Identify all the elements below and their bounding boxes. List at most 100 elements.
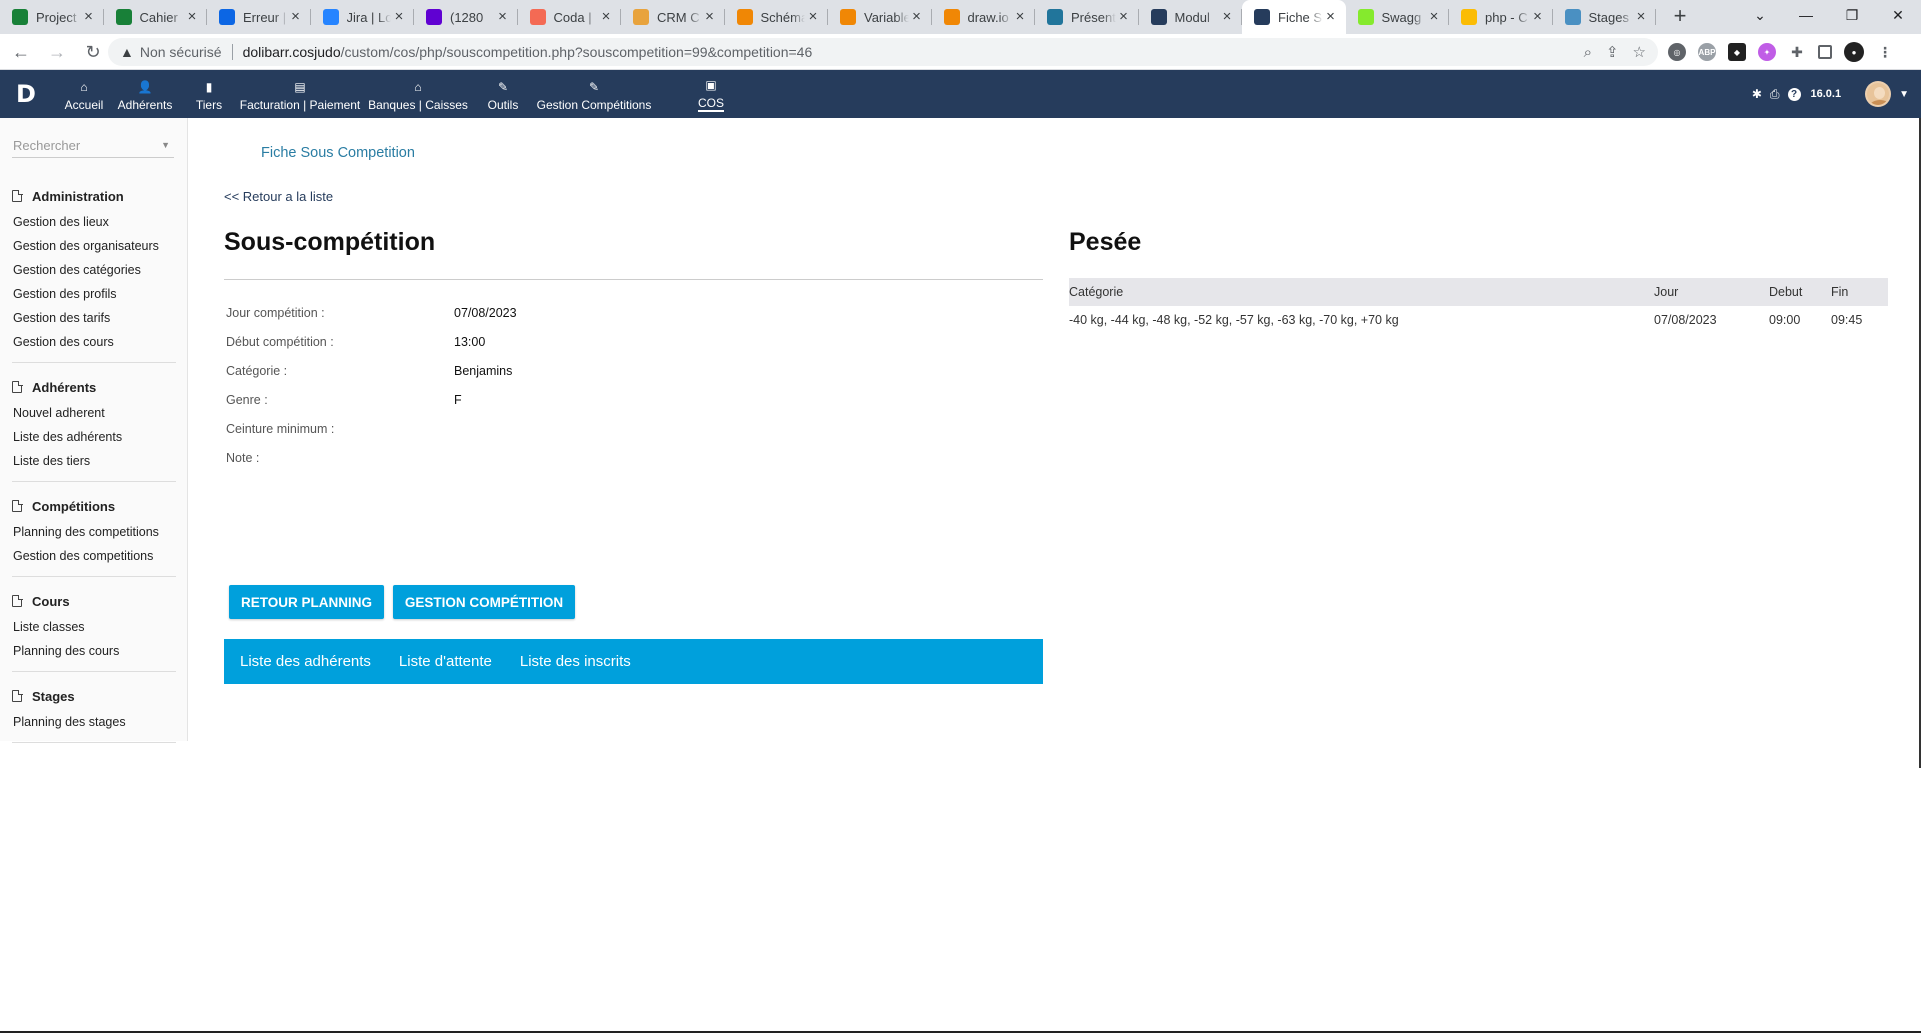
close-icon[interactable]: ×	[288, 9, 304, 25]
browser-tab[interactable]: Coda | ×	[518, 0, 622, 34]
browser-tab[interactable]: Stages ×	[1553, 0, 1657, 34]
extension-1-icon[interactable]: ◎	[1668, 43, 1686, 61]
sidebar-link[interactable]: Liste des adhérents	[12, 425, 176, 449]
close-icon[interactable]: ×	[598, 9, 614, 25]
sidebar-link[interactable]: Gestion des lieux	[12, 210, 176, 234]
sidebar-link[interactable]: Planning des competitions	[12, 520, 176, 544]
tab-search-icon[interactable]: ⌄	[1737, 7, 1783, 24]
sidebar-link[interactable]: Gestion des cours	[12, 330, 176, 354]
sidebar-link[interactable]: Liste des tiers	[12, 449, 176, 473]
browser-tab[interactable]: php - C ×	[1449, 0, 1553, 34]
warning-icon[interactable]: ▲	[120, 44, 134, 60]
dolibarr-logo[interactable]: D	[16, 80, 40, 108]
chevron-down-icon[interactable]: ▼	[161, 140, 170, 150]
extension-4-icon[interactable]: ✦	[1758, 43, 1776, 61]
retour-planning-button[interactable]: RETOUR PLANNING	[229, 585, 384, 619]
sidebar-link[interactable]: Nouvel adherent	[12, 401, 176, 425]
sub-tab[interactable]: Liste des adhérents	[240, 653, 371, 670]
close-window-button[interactable]: ✕	[1875, 7, 1921, 24]
browser-tab[interactable]: Fiche S ×	[1242, 0, 1346, 34]
close-icon[interactable]: ×	[1323, 9, 1339, 25]
browser-tab[interactable]: Jira | Lo ×	[311, 0, 415, 34]
sub-tab[interactable]: Liste des inscrits	[520, 653, 631, 670]
sidebar-link[interactable]: Planning des cours	[12, 639, 176, 663]
browser-tab[interactable]: CRM C ×	[621, 0, 725, 34]
close-icon[interactable]: ×	[702, 9, 718, 25]
bug-icon[interactable]: ✱	[1752, 87, 1762, 101]
back-arrow-icon[interactable]: ←	[6, 37, 36, 67]
top-menu-item[interactable]: ✎ Outils	[488, 70, 519, 118]
tab-fiche-sous-competition[interactable]: Fiche Sous Competition	[261, 145, 415, 161]
sidebar-link[interactable]: Gestion des organisateurs	[12, 234, 176, 258]
url-host[interactable]: dolibarr.cosjudo	[243, 44, 341, 60]
sidebar-block-title[interactable]: Cours	[12, 591, 176, 611]
browser-tab[interactable]: Erreur | ×	[207, 0, 311, 34]
browser-tab[interactable]: Schéma ×	[725, 0, 829, 34]
restore-button[interactable]: ❐	[1829, 7, 1875, 24]
close-icon[interactable]: ×	[1633, 9, 1649, 25]
browser-menu-icon[interactable]: ⋮	[1876, 43, 1894, 61]
bookmark-star-icon[interactable]: ☆	[1633, 43, 1646, 61]
address-bar[interactable]: ▲ Non sécurisé dolibarr.cosjudo /custom/…	[108, 38, 1658, 66]
sub-tab[interactable]: Liste d'attente	[399, 653, 492, 670]
close-icon[interactable]: ×	[1219, 9, 1235, 25]
help-icon[interactable]: ?	[1787, 87, 1801, 101]
search-select[interactable]: Rechercher ▼	[12, 138, 174, 158]
reload-icon[interactable]: ↻	[78, 37, 108, 67]
top-menu-item[interactable]: 👤 Adhérents	[118, 70, 173, 118]
top-menu-item[interactable]: ⌂ Banques | Caisses	[368, 70, 468, 118]
sidebar-block-title[interactable]: Stages	[12, 686, 176, 706]
new-tab-button[interactable]: +	[1666, 3, 1694, 31]
top-menu-item[interactable]: ⌂ Accueil	[65, 70, 104, 118]
browser-tab[interactable]: Variable ×	[828, 0, 932, 34]
user-avatar[interactable]	[1865, 81, 1892, 107]
jira-icon	[322, 9, 339, 25]
minimize-button[interactable]: —	[1783, 7, 1829, 23]
adblock-icon[interactable]: ABP	[1698, 43, 1716, 61]
back-to-list-link[interactable]: << Retour a la liste	[224, 189, 333, 204]
sidebar-block-title[interactable]: Compétitions	[12, 496, 176, 516]
sidebar-link[interactable]: Gestion des tarifs	[12, 306, 176, 330]
close-icon[interactable]: ×	[1116, 9, 1132, 25]
sidebar-block-title[interactable]: Adhérents	[12, 377, 176, 397]
sidepanel-icon[interactable]	[1818, 45, 1832, 59]
browser-tab[interactable]: Cahier ×	[104, 0, 208, 34]
print-icon[interactable]: ⎙	[1770, 87, 1780, 102]
browser-tab[interactable]: (1280 ×	[414, 0, 518, 34]
gestion-competition-button[interactable]: GESTION COMPÉTITION	[393, 585, 575, 619]
browser-tab[interactable]: Modul ×	[1139, 0, 1243, 34]
insecure-label[interactable]: Non sécurisé	[140, 44, 222, 60]
browser-tab[interactable]: draw.io ×	[932, 0, 1036, 34]
close-icon[interactable]: ×	[805, 9, 821, 25]
close-icon[interactable]: ×	[184, 9, 200, 25]
sidebar-link[interactable]: Planning des stages	[12, 710, 176, 734]
close-icon[interactable]: ×	[1012, 9, 1028, 25]
close-icon[interactable]: ×	[81, 9, 97, 25]
close-icon[interactable]: ×	[391, 9, 407, 25]
top-menu-item[interactable]: ✎ Gestion Compétitions	[537, 70, 652, 118]
share-icon[interactable]: ⇪	[1606, 43, 1619, 61]
sidebar-link[interactable]: Gestion des competitions	[12, 544, 176, 568]
browser-tab[interactable]: Présent ×	[1035, 0, 1139, 34]
extension-3-icon[interactable]: ◆	[1728, 43, 1746, 61]
zoom-icon[interactable]: ⌕	[1584, 44, 1592, 61]
user-dropdown-chevron-icon[interactable]: ▼	[1899, 89, 1909, 100]
sidebar-block-title[interactable]: Administration	[12, 186, 176, 206]
sidebar-link[interactable]: Liste classes	[12, 615, 176, 639]
top-menu-item[interactable]: ▮ Tiers	[196, 70, 222, 118]
sidebar-link[interactable]: Gestion des catégories	[12, 258, 176, 282]
extensions-puzzle-icon[interactable]: ✚	[1788, 43, 1806, 61]
top-menu-item[interactable]: ▣ COS	[697, 70, 725, 118]
browser-tab[interactable]: Project ×	[0, 0, 104, 34]
forward-arrow-icon[interactable]: →	[42, 37, 72, 67]
profile-avatar-icon[interactable]: ●	[1844, 42, 1864, 62]
close-icon[interactable]: ×	[1426, 9, 1442, 25]
close-icon[interactable]: ×	[1530, 9, 1546, 25]
browser-tab[interactable]: Swagg ×	[1346, 0, 1450, 34]
top-menu-item[interactable]: ▤ Facturation | Paiement	[240, 70, 361, 118]
close-icon[interactable]: ×	[909, 9, 925, 25]
sidebar-link[interactable]: Gestion des profils	[12, 282, 176, 306]
url-path[interactable]: /custom/cos/php/souscompetition.php?sous…	[341, 44, 813, 60]
table-row[interactable]: -40 kg, -44 kg, -48 kg, -52 kg, -57 kg, …	[1069, 306, 1888, 334]
close-icon[interactable]: ×	[495, 9, 511, 25]
